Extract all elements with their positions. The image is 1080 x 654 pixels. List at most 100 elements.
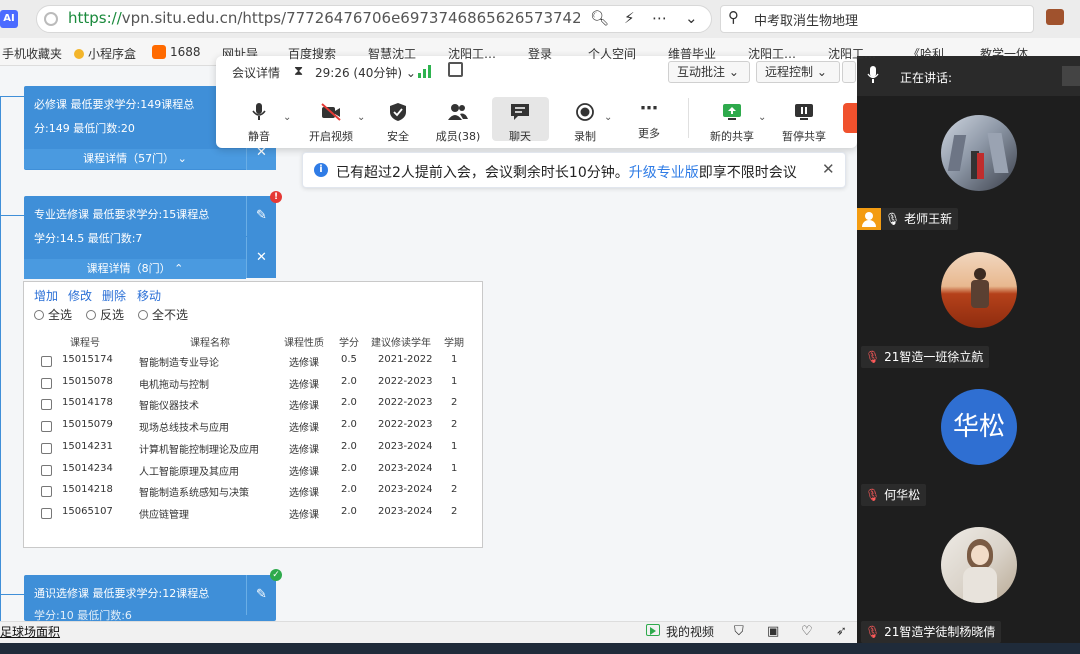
start-video-button[interactable]: 开启视频 [301,102,361,144]
record-button[interactable]: 录制 [555,102,615,144]
search-input[interactable]: 中考取消生物地理 [754,10,858,29]
briefcase-icon[interactable] [1046,9,1064,25]
row-checkbox[interactable] [41,356,52,367]
overflow-button[interactable] [842,61,856,83]
bookmark-item[interactable]: 《哈利 [908,45,978,62]
members-button[interactable]: 成员(38) [428,102,488,144]
microphone-icon: 🎙︎ [885,212,901,226]
bookmark-item[interactable]: 1688 [152,45,201,59]
select-none-radio[interactable]: 全不选 [138,306,188,323]
url-text[interactable]: https://vpn.situ.edu.cn/https/7772647670… [68,9,580,27]
pause-share-icon [795,104,813,120]
row-checkbox[interactable] [41,399,52,411]
table-cell: 15015078 [62,375,113,387]
lightning-icon[interactable]: ⚡︎ [624,9,635,27]
zoom-icon[interactable]: 🔍︎ [590,9,609,27]
row-checkbox[interactable] [41,464,52,476]
more-button[interactable]: ⋯ 更多 [619,100,679,141]
ai-logo-icon[interactable]: AI [0,10,18,28]
chat-button[interactable]: 聊天 [490,102,550,144]
panel-collapse-icon[interactable] [1062,66,1080,86]
bookmark-item[interactable]: 教学一体 [980,45,1050,62]
remote-control-button[interactable]: 远程控制 ⌄ [756,61,840,83]
mute-button[interactable]: 静音 [229,102,289,144]
chevron-down-icon[interactable]: ⌄ [283,112,291,123]
image-icon[interactable]: ▣ [767,624,779,639]
bookmark-item[interactable]: 手机收藏夹 [2,45,62,62]
bottom-link[interactable]: 足球场面积 [0,623,60,640]
table-cell: 15014178 [62,397,113,409]
row-checkbox[interactable] [41,486,52,498]
bookmark-item[interactable]: 沈阳工… [748,45,818,62]
invert-selection-radio[interactable]: 反选 [86,306,124,323]
chevron-down-icon[interactable]: ⌄ [685,9,698,27]
speaker-name-tag: 🎙︎ 21智造一班徐立航 [861,346,990,368]
edit-link[interactable]: 修改 [68,287,92,304]
course-details-toggle[interactable]: 课程详情（8门） ⌃ [24,259,246,279]
meeting-details-button[interactable]: 会议详情 [232,64,280,81]
course-details-toggle[interactable]: 课程详情（57门） ⌄ [24,149,246,169]
card-line2: 学分:14.5 最低门数:7 [34,232,143,245]
pause-share-button[interactable]: 暂停共享 [774,102,834,144]
table-cell: 选修课 [289,509,319,521]
os-taskbar [0,643,1080,654]
chevron-down-icon[interactable]: ⌄ [758,112,766,123]
delete-link[interactable]: 删除 [102,287,126,304]
bookmark-item[interactable]: 沈阳工… [448,45,518,62]
timer-text: 29:26 (40分钟) [315,66,403,80]
bookmark-item[interactable]: 沈阳工… [828,45,898,62]
row-checkbox[interactable] [41,442,52,454]
avatar-initials[interactable]: 华松 [941,389,1017,465]
edit-icon[interactable]: ✎ [246,575,276,615]
my-video-button[interactable]: 我的视频 [666,623,714,640]
table-cell: 2 [451,397,458,409]
notice-suffix: 即享不限时会议 [698,165,797,181]
row-checkbox[interactable] [41,377,52,389]
annotate-button[interactable]: 互动批注 ⌄ [668,61,750,83]
speaking-now-label: 正在讲话: [900,71,953,85]
row-checkbox[interactable] [41,507,52,519]
chevron-down-icon[interactable]: ⌄ [357,112,365,123]
chevron-down-icon[interactable]: ⌄ [604,112,612,123]
edit-icon[interactable]: ✎ [246,196,276,236]
meeting-timer[interactable]: 29:26 (40分钟) ⌄ [315,64,416,81]
upgrade-link[interactable]: 升级专业版 [629,165,699,181]
column-header: 课程名称 [190,338,230,349]
bottom-toolbar [0,621,857,643]
bookmark-item[interactable]: 百度搜索 [288,45,358,62]
add-link[interactable]: 增加 [34,287,58,304]
select-all-radio[interactable]: 全选 [34,306,72,323]
close-icon[interactable]: ✕ [822,160,835,178]
avatar[interactable] [941,527,1017,603]
bookmark-item[interactable]: 维普毕业 [668,45,738,62]
heart-rate-icon[interactable]: ♡ [801,624,813,639]
button-label: 远程控制 [765,65,814,79]
site-security-icon[interactable] [44,12,58,26]
shield-icon[interactable]: ⛉ [734,624,744,639]
bookmark-item[interactable]: 智慧沈工 [368,45,438,62]
url-scheme: https:// [68,9,122,27]
avatar[interactable] [941,115,1017,191]
bookmark-label: 小程序盒 [88,47,137,61]
table-cell: 选修课 [289,358,319,369]
move-link[interactable]: 移动 [137,287,161,304]
speaker-name-tag: 🎙︎ 老师王新 [881,208,959,230]
table-cell: 2.0 [341,440,357,452]
microphone-icon [252,103,266,120]
rocket-icon[interactable]: ➶ [836,624,847,639]
avatar[interactable] [941,252,1017,328]
column-header: 学期 [444,338,464,349]
close-icon[interactable]: ✕ [246,237,276,278]
popout-icon[interactable] [448,62,463,77]
bookmark-item[interactable]: 小程序盒 [74,45,136,62]
table-cell: 2 [451,484,458,496]
bookmark-item[interactable]: 个人空间 [588,45,658,62]
row-checkbox[interactable] [41,421,52,433]
end-meeting-button[interactable] [843,103,857,133]
new-share-button[interactable]: 新的共享 [702,102,762,144]
more-icon[interactable]: ⋯ [652,9,667,27]
table-cell: 供应链管理 [139,509,189,521]
card-line2: 学分:10 最低门数:6 [34,609,132,621]
security-button[interactable]: 安全 [368,102,428,144]
table-cell: 电机拖动与控制 [139,379,209,391]
